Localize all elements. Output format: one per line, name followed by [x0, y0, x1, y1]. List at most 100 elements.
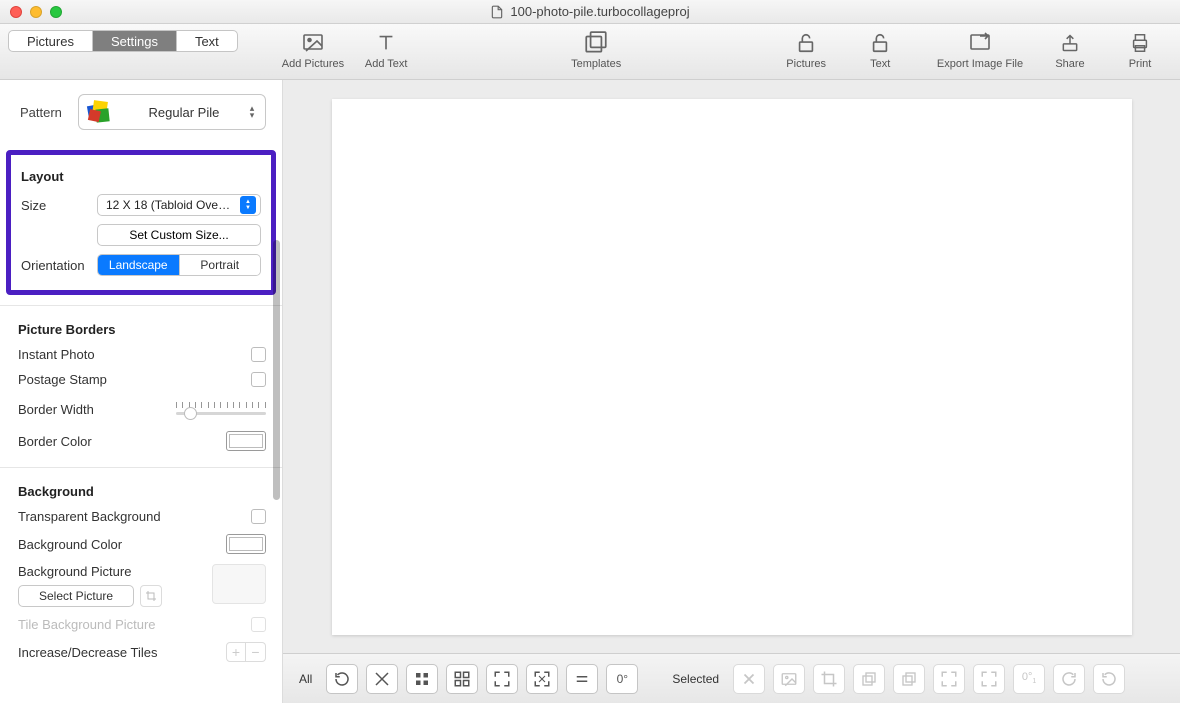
tab-settings[interactable]: Settings: [93, 31, 177, 51]
border-color-well[interactable]: [226, 431, 266, 451]
share-label: Share: [1055, 58, 1084, 70]
pattern-row: Pattern Regular Pile ▴▾: [0, 80, 282, 144]
background-section: Background Transparent Background Backgr…: [0, 467, 282, 678]
bg-picture-preview[interactable]: [212, 564, 266, 604]
window-title: 100-photo-pile.turbocollageproj: [0, 4, 1180, 19]
reset-rotation-button[interactable]: 0°: [606, 664, 638, 694]
add-text-button[interactable]: Add Text: [356, 30, 416, 70]
pattern-label: Pattern: [20, 105, 62, 120]
lock-text-button[interactable]: Text: [850, 30, 910, 70]
instant-photo-label: Instant Photo: [18, 347, 95, 362]
replace-image-button: [773, 664, 805, 694]
shuffle-button[interactable]: [326, 664, 358, 694]
fit-out-selected-button: [933, 664, 965, 694]
bring-front-button: [853, 664, 885, 694]
export-button[interactable]: Export Image File: [930, 30, 1030, 70]
transparent-bg-label: Transparent Background: [18, 509, 161, 524]
templates-label: Templates: [571, 58, 621, 70]
tiles-label: Increase/Decrease Tiles: [18, 645, 157, 660]
size-value: 12 X 18 (Tabloid Ove…: [106, 198, 230, 212]
tab-text[interactable]: Text: [177, 31, 237, 51]
share-icon: [1056, 30, 1084, 56]
equalize-button[interactable]: [566, 664, 598, 694]
rotate-right-button: [1053, 664, 1085, 694]
picture-borders-title: Picture Borders: [18, 322, 266, 337]
tiles-increase-button[interactable]: +: [226, 642, 246, 662]
orientation-portrait[interactable]: Portrait: [180, 255, 261, 275]
fit-out-button[interactable]: [486, 664, 518, 694]
rotate-left-button: [1093, 664, 1125, 694]
tile-bg-checkbox: [251, 617, 266, 632]
tab-pictures[interactable]: Pictures: [9, 31, 93, 51]
export-icon: [966, 30, 994, 56]
background-title: Background: [18, 484, 266, 499]
print-button[interactable]: Print: [1110, 30, 1170, 70]
all-label: All: [299, 672, 312, 686]
close-window-button[interactable]: [10, 6, 22, 18]
window-controls: [10, 6, 62, 18]
custom-size-button[interactable]: Set Custom Size...: [97, 224, 261, 246]
spacing-button[interactable]: [446, 664, 478, 694]
fit-in-button[interactable]: [526, 664, 558, 694]
chevron-updown-icon: ▴▾: [245, 105, 259, 119]
randomize-button[interactable]: [366, 664, 398, 694]
canvas-area: All 0° Selected 0°1: [283, 80, 1180, 703]
layout-section: Layout Size 12 X 18 (Tabloid Ove… ▲▼ Set…: [6, 150, 276, 295]
orientation-segment: Landscape Portrait: [97, 254, 261, 276]
crop-selected-button: [813, 664, 845, 694]
unlock-icon: [866, 30, 894, 56]
transparent-bg-checkbox[interactable]: [251, 509, 266, 524]
border-color-label: Border Color: [18, 434, 92, 449]
print-label: Print: [1129, 58, 1152, 70]
send-back-button: [893, 664, 925, 694]
collage-canvas[interactable]: [332, 99, 1132, 635]
postage-stamp-label: Postage Stamp: [18, 372, 107, 387]
picture-borders-section: Picture Borders Instant Photo Postage St…: [0, 305, 282, 467]
lock-pictures-button[interactable]: Pictures: [776, 30, 836, 70]
pile-pattern-icon: [85, 98, 113, 126]
grid-button[interactable]: [406, 664, 438, 694]
share-button[interactable]: Share: [1040, 30, 1100, 70]
add-pictures-label: Add Pictures: [282, 58, 344, 70]
border-width-slider[interactable]: [176, 397, 266, 421]
instant-photo-checkbox[interactable]: [251, 347, 266, 362]
bg-picture-label: Background Picture: [18, 564, 212, 579]
tiles-decrease-button[interactable]: −: [246, 642, 266, 662]
postage-stamp-checkbox[interactable]: [251, 372, 266, 387]
window-titlebar: 100-photo-pile.turbocollageproj: [0, 0, 1180, 24]
add-pictures-button[interactable]: Add Pictures: [282, 30, 344, 70]
lock-pictures-label: Pictures: [786, 58, 826, 70]
image-icon: [299, 30, 327, 56]
orientation-landscape[interactable]: Landscape: [98, 255, 180, 275]
tile-bg-label: Tile Background Picture: [18, 617, 156, 632]
reset-rotation-selected-button: 0°1: [1013, 664, 1045, 694]
select-picture-button[interactable]: Select Picture: [18, 585, 134, 607]
bg-color-well[interactable]: [226, 534, 266, 554]
pattern-dropdown[interactable]: Regular Pile ▴▾: [78, 94, 266, 130]
export-label: Export Image File: [937, 58, 1023, 70]
bottom-toolbar: All 0° Selected 0°1: [283, 653, 1180, 703]
scrollbar-thumb[interactable]: [273, 240, 280, 500]
layout-title: Layout: [21, 169, 261, 184]
templates-icon: [582, 30, 610, 56]
size-select[interactable]: 12 X 18 (Tabloid Ove… ▲▼: [97, 194, 261, 216]
border-width-label: Border Width: [18, 402, 94, 417]
lock-text-label: Text: [870, 58, 890, 70]
orientation-label: Orientation: [21, 258, 97, 273]
zoom-window-button[interactable]: [50, 6, 62, 18]
print-icon: [1126, 30, 1154, 56]
bg-color-label: Background Color: [18, 537, 122, 552]
slider-thumb[interactable]: [184, 407, 197, 420]
main-toolbar: Pictures Settings Text Add Pictures Add …: [0, 24, 1180, 80]
text-icon: [372, 30, 400, 56]
templates-button[interactable]: Templates: [566, 30, 626, 70]
unlock-icon: [792, 30, 820, 56]
add-text-label: Add Text: [365, 58, 408, 70]
window-title-text: 100-photo-pile.turbocollageproj: [510, 4, 689, 19]
crop-bg-button[interactable]: [140, 585, 162, 607]
minimize-window-button[interactable]: [30, 6, 42, 18]
main-area: Pattern Regular Pile ▴▾ Layout Size 12 X…: [0, 80, 1180, 703]
document-icon: [490, 5, 504, 19]
settings-sidebar: Pattern Regular Pile ▴▾ Layout Size 12 X…: [0, 80, 283, 703]
sidebar-tab-segment: Pictures Settings Text: [8, 30, 238, 52]
